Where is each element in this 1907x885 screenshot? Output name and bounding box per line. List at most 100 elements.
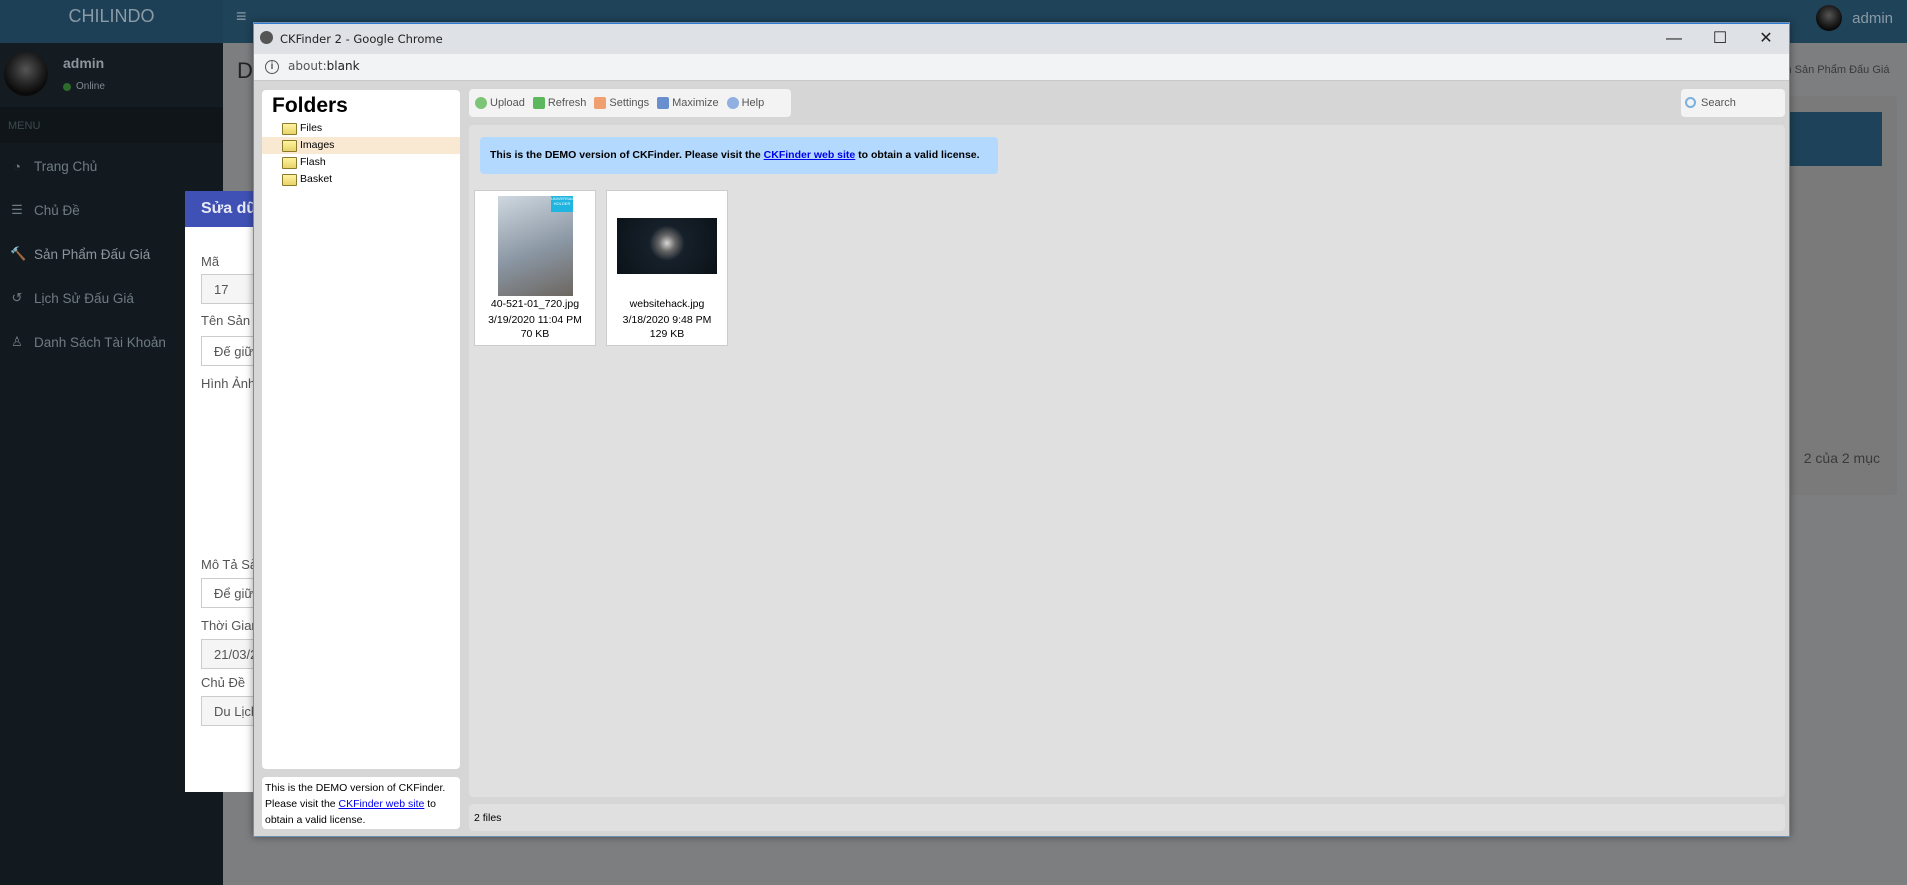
table-header [1790, 112, 1882, 166]
folder-icon [282, 174, 297, 186]
url-scheme: about: [288, 59, 327, 73]
settings-button[interactable]: Settings [594, 97, 649, 109]
hamburger-menu-icon[interactable]: ≡ [236, 6, 247, 27]
ckfinder-popup-window: CKFinder 2 - Google Chrome — ☐ ✕ i about… [253, 22, 1790, 837]
search-placeholder: Search [1701, 97, 1736, 109]
file-size: 129 KB [649, 328, 685, 340]
globe-icon [260, 31, 273, 44]
sidebar-user-name: admin [63, 55, 105, 71]
avatar [4, 52, 48, 96]
folder-images[interactable]: Images [262, 137, 460, 154]
url-text: about:blank [288, 59, 360, 73]
sidebar-item-lich-su-dau-gia[interactable]: ↺ Lịch Sử Đấu Giá [10, 290, 134, 306]
maximize-tool-button[interactable]: Maximize [657, 97, 719, 109]
folder-icon [282, 140, 297, 152]
settings-label: Settings [609, 97, 650, 109]
refresh-label: Refresh [547, 97, 587, 109]
sidebar-item-chu-de[interactable]: ☰ Chủ Đề [10, 202, 80, 218]
help-button[interactable]: Help [726, 97, 765, 109]
sidebar-item-label: Sản Phẩm Đấu Giá [34, 246, 151, 262]
demo-text: This is the DEMO version of CKFinder. Pl… [490, 149, 764, 161]
avatar [1816, 5, 1843, 31]
folder-files[interactable]: Files [262, 120, 460, 137]
demo-banner: This is the DEMO version of CKFinder. Pl… [480, 137, 998, 174]
status-text: Online [76, 81, 105, 92]
sidebar-item-trang-chu[interactable]: ◔ Trang Chủ [10, 159, 97, 174]
ckfinder-website-link[interactable]: CKFinder web site [764, 149, 856, 161]
breadcrumb: ch Sản Phẩm Đấu Giá [1780, 64, 1890, 76]
gavel-icon: 🔨 [10, 246, 27, 261]
refresh-button[interactable]: Refresh [532, 97, 587, 109]
demo-notice-sidebar: This is the DEMO version of CKFinder. Pl… [262, 777, 460, 829]
page-title: D [237, 58, 253, 83]
field-label-ma: Mã [201, 254, 220, 269]
sidebar-item-danh-sach-tai-khoan[interactable]: ♙ Danh Sách Tài Khoản [10, 334, 166, 350]
maximize-label: Maximize [672, 97, 719, 109]
file-name: websitehack.jpg [629, 298, 705, 310]
folder-label: Flash [300, 156, 326, 168]
online-status: Online [63, 81, 105, 92]
image-preview [617, 218, 717, 274]
file-name: 40-521-01_720.jpg [490, 298, 580, 310]
maximize-icon [657, 97, 670, 109]
search-input[interactable]: Search [1681, 89, 1785, 117]
refresh-icon [532, 97, 545, 109]
ckfinder-website-link[interactable]: CKFinder web site [339, 798, 425, 810]
files-panel: This is the DEMO version of CKFinder. Pl… [469, 125, 1785, 797]
user-icon: ♙ [11, 334, 23, 349]
close-button[interactable]: ✕ [1743, 24, 1789, 55]
sidebar-item-label: Danh Sách Tài Khoản [34, 334, 166, 350]
field-label-thoi-gian: Thời Gian [201, 618, 259, 633]
menu-header: MENU [0, 107, 223, 143]
upload-icon [475, 97, 487, 109]
folders-title: Folders [272, 94, 348, 117]
sidebar-item-label: Chủ Đề [34, 202, 80, 218]
file-size: 70 KB [520, 328, 550, 340]
maximize-button[interactable]: ☐ [1697, 24, 1743, 55]
upload-button[interactable]: Upload [475, 97, 525, 109]
folder-icon [282, 157, 297, 169]
brand-logo[interactable]: CHILINDO [0, 0, 223, 43]
field-label-hinh-anh: Hình Ảnh [201, 376, 256, 391]
window-title: CKFinder 2 - Google Chrome [280, 32, 443, 46]
field-label-mo-ta: Mô Tả Sả [201, 557, 258, 572]
folder-label: Images [300, 139, 335, 151]
user-menu[interactable]: admin [1816, 5, 1893, 31]
settings-icon [594, 97, 607, 109]
demo-text: to obtain a valid license. [855, 149, 980, 161]
sidebar-item-san-pham-dau-gia[interactable]: 🔨 Sản Phẩm Đấu Giá [10, 246, 150, 262]
help-icon [726, 97, 739, 109]
dashboard-icon: ◔ [13, 159, 21, 174]
folder-label: Basket [300, 173, 333, 185]
file-date: 3/18/2020 9:48 PM [622, 314, 712, 326]
folder-icon [282, 123, 297, 135]
file-thumbnail[interactable]: UNIVERSAL HOLDER 40-521-01_720.jpg 3/19/… [474, 190, 596, 346]
folders-panel: Folders Files Images Flash Basket [262, 90, 460, 769]
list-icon: ☰ [11, 202, 23, 217]
folder-flash[interactable]: Flash [262, 154, 460, 171]
sidebar-user-panel: admin Online [0, 43, 223, 107]
window-titlebar[interactable]: CKFinder 2 - Google Chrome — ☐ ✕ [254, 23, 1789, 54]
sidebar-item-label: Lịch Sử Đấu Giá [34, 290, 134, 306]
image-preview: UNIVERSAL HOLDER [498, 196, 574, 296]
minimize-button[interactable]: — [1651, 24, 1697, 55]
status-dot-icon [63, 82, 71, 91]
file-thumbnail[interactable]: websitehack.jpg 3/18/2020 9:48 PM 129 KB [606, 190, 728, 346]
toolbar: Upload Refresh Settings Maximize Help [469, 89, 791, 117]
sidebar-item-label: Trang Chủ [34, 159, 98, 174]
file-meta: 3/18/2020 9:48 PM 129 KB [607, 313, 727, 341]
folder-basket[interactable]: Basket [262, 171, 460, 188]
file-date: 3/19/2020 11:04 PM [488, 314, 582, 326]
search-icon [1685, 97, 1696, 108]
history-icon: ↺ [11, 290, 23, 305]
address-bar[interactable]: i about:blank [254, 54, 1789, 81]
help-label: Help [741, 97, 765, 109]
status-bar: 2 files [469, 804, 1785, 831]
user-name: admin [1852, 9, 1893, 27]
pagination-info: 2 của 2 mục [1803, 450, 1880, 466]
upload-label: Upload [490, 97, 525, 109]
field-label-chu-de: Chủ Đề [201, 675, 246, 690]
folder-label: Files [300, 122, 323, 134]
info-icon[interactable]: i [265, 60, 279, 74]
file-meta: 3/19/2020 11:04 PM 70 KB [475, 313, 595, 341]
